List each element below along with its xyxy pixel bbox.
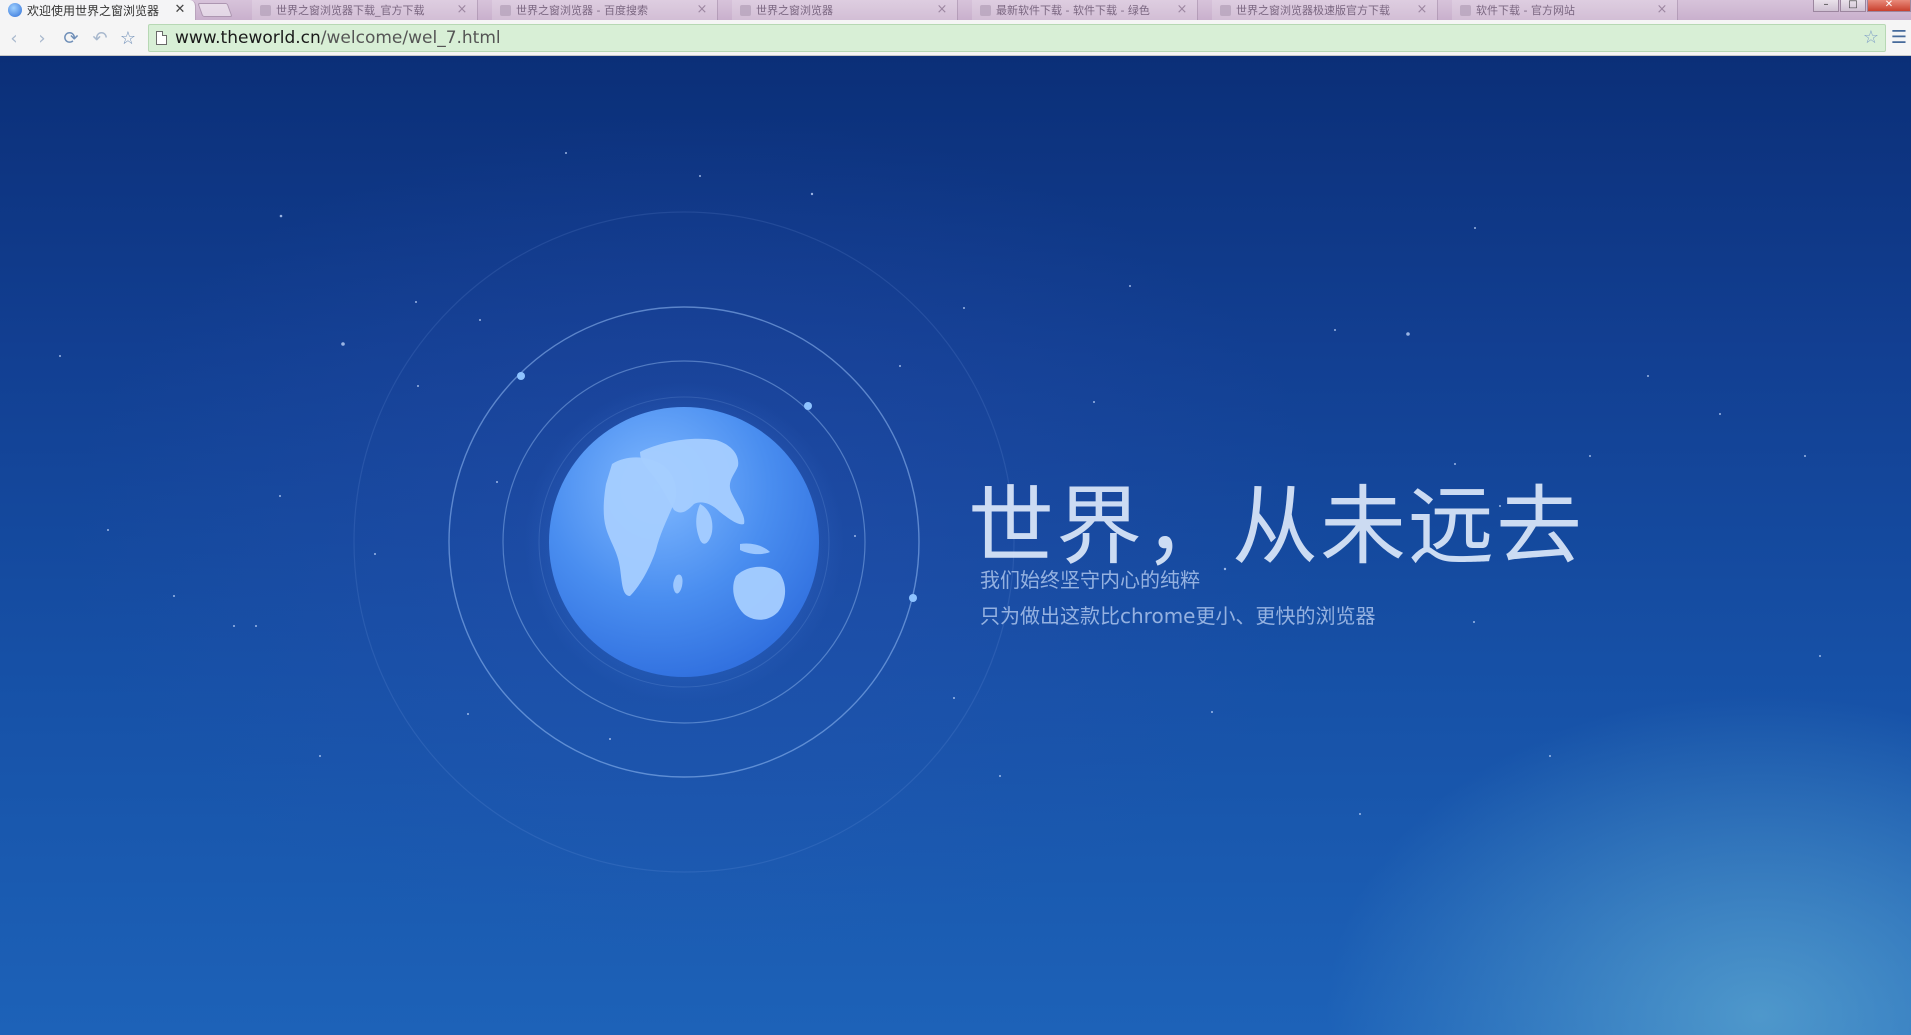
- tab-inactive-1[interactable]: 世界之窗浏览器下载_官方下载 ×: [252, 0, 478, 20]
- new-tab-button[interactable]: [197, 3, 233, 17]
- tab-label: 世界之窗浏览器 - 百度搜索: [516, 4, 648, 17]
- page-favicon-icon: [980, 4, 991, 16]
- hero-subline-2: 只为做出这款比chrome更小、更快的浏览器: [980, 604, 1376, 628]
- tab-close-icon[interactable]: ×: [1415, 3, 1429, 17]
- page-favicon-icon: [500, 4, 511, 16]
- tab-inactive-5[interactable]: 世界之窗浏览器极速版官方下载 ×: [1212, 0, 1438, 20]
- tab-close-icon[interactable]: ×: [695, 3, 709, 17]
- tab-label: 最新软件下载 - 软件下载 - 绿色: [996, 4, 1150, 17]
- page-favicon-icon: [260, 4, 271, 16]
- hero-subline-1: 我们始终坚守内心的纯粹: [980, 568, 1200, 592]
- menu-icon[interactable]: ☰: [1889, 28, 1909, 48]
- tab-inactive-6[interactable]: 软件下载 - 官方网站 ×: [1452, 0, 1678, 20]
- bookmark-star-icon[interactable]: ☆: [1863, 27, 1879, 48]
- close-window-button[interactable]: ✕: [1867, 0, 1911, 12]
- page-favicon-icon: [1460, 4, 1471, 16]
- tab-label: 欢迎使用世界之窗浏览器: [27, 3, 160, 18]
- page-favicon-icon: [1220, 4, 1231, 16]
- tab-label: 世界之窗浏览器: [756, 4, 833, 17]
- undo-close-tab-button[interactable]: ↶: [88, 26, 112, 50]
- favorites-button[interactable]: ☆: [116, 26, 140, 50]
- theworld-favicon-icon: [8, 3, 22, 17]
- window-controls: – □ ✕: [1812, 0, 1911, 20]
- tab-close-icon[interactable]: ×: [1175, 3, 1189, 17]
- maximize-button[interactable]: □: [1840, 0, 1866, 12]
- url-host: www.theworld.cn: [175, 28, 321, 48]
- hero-headline: 世界，从未远去: [968, 477, 1584, 577]
- tab-close-icon[interactable]: ×: [935, 3, 949, 17]
- tab-inactive-3[interactable]: 世界之窗浏览器 ×: [732, 0, 958, 20]
- orbit-dot: [517, 372, 525, 380]
- tab-inactive-4[interactable]: 最新软件下载 - 软件下载 - 绿色 ×: [972, 0, 1198, 20]
- tab-close-icon[interactable]: ×: [455, 3, 469, 17]
- tab-label: 软件下载 - 官方网站: [1476, 4, 1575, 17]
- orbit-dot: [804, 402, 812, 410]
- page-icon: [156, 31, 167, 45]
- tab-label: 世界之窗浏览器下载_官方下载: [276, 4, 425, 17]
- tab-label: 世界之窗浏览器极速版官方下载: [1236, 4, 1390, 17]
- address-url[interactable]: www.theworld.cn/welcome/wel_7.html: [175, 28, 501, 48]
- page-favicon-icon: [740, 4, 751, 16]
- tab-inactive-2[interactable]: 世界之窗浏览器 - 百度搜索 ×: [492, 0, 718, 20]
- welcome-page: 世界，从未远去 我们始终坚守内心的纯粹 只为做出这款比chrome更小、更快的浏…: [0, 56, 1911, 1035]
- url-path: /welcome/wel_7.html: [320, 28, 501, 48]
- address-bar[interactable]: www.theworld.cn/welcome/wel_7.html ☆: [148, 24, 1886, 52]
- browser-toolbar: ‹ › ⟳ ↶ ☆ www.theworld.cn/welcome/wel_7.…: [0, 20, 1911, 56]
- back-button[interactable]: ‹: [2, 26, 26, 50]
- reload-button[interactable]: ⟳: [59, 26, 83, 50]
- tab-close-icon[interactable]: ×: [1655, 3, 1669, 17]
- tab-close-icon[interactable]: ✕: [173, 3, 187, 17]
- globe-graphic: [353, 211, 1015, 873]
- tab-strip: 欢迎使用世界之窗浏览器 ✕ 世界之窗浏览器下载_官方下载 × 世界之窗浏览器 -…: [0, 0, 1911, 20]
- minimize-button[interactable]: –: [1813, 0, 1839, 12]
- tab-welcome[interactable]: 欢迎使用世界之窗浏览器 ✕: [0, 0, 196, 20]
- forward-button[interactable]: ›: [30, 26, 54, 50]
- orbit-dot: [909, 594, 917, 602]
